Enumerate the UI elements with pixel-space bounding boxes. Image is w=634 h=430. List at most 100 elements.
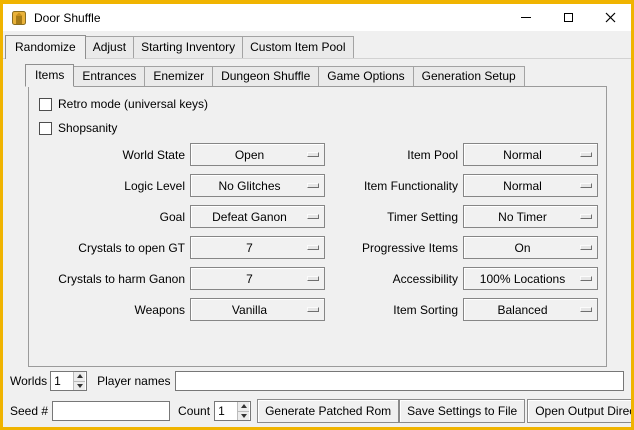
dropdown-indicator-icon xyxy=(307,276,319,281)
dropdown-indicator-icon xyxy=(307,183,319,188)
dropdown-indicator-icon xyxy=(580,183,592,188)
count-input[interactable] xyxy=(215,402,237,420)
seed-row: Seed # Count Generate Patched Rom Save S… xyxy=(3,398,631,424)
titlebar: Door Shuffle xyxy=(3,4,631,31)
logic-level-dropdown[interactable]: No Glitches xyxy=(190,174,325,197)
item-sorting-dropdown[interactable]: Balanced xyxy=(463,298,598,321)
dropdown-value: No Timer xyxy=(498,210,547,224)
crystals-harm-ganon-dropdown[interactable]: 7 xyxy=(190,267,325,290)
triangle-up-icon xyxy=(241,404,247,408)
dropdown-indicator-icon xyxy=(580,214,592,219)
triangle-up-icon xyxy=(77,374,83,378)
dropdown-indicator-icon xyxy=(580,307,592,312)
dropdown-indicator-icon xyxy=(580,276,592,281)
checkbox-label: Retro mode (universal keys) xyxy=(58,97,208,111)
item-pool-label: Item Pool xyxy=(330,148,458,162)
worlds-spin-up-button[interactable] xyxy=(74,372,85,381)
main-tabs: Randomize Adjust Starting Inventory Cust… xyxy=(3,31,631,59)
crystals-open-gt-dropdown[interactable]: 7 xyxy=(190,236,325,259)
sub-tabs: Items Entrances Enemizer Dungeon Shuffle… xyxy=(25,64,631,86)
window-body: Door Shuffle Randomize Adjust Starting I… xyxy=(3,4,631,427)
item-functionality-dropdown[interactable]: Normal xyxy=(463,174,598,197)
item-sorting-label: Item Sorting xyxy=(330,303,458,317)
dropdown-value: 100% Locations xyxy=(480,272,565,286)
seed-input[interactable] xyxy=(52,401,170,421)
timer-setting-dropdown[interactable]: No Timer xyxy=(463,205,598,228)
weapons-dropdown[interactable]: Vanilla xyxy=(190,298,325,321)
item-functionality-label: Item Functionality xyxy=(330,179,458,193)
worlds-spin-down-button[interactable] xyxy=(74,381,85,391)
options-grid: World State Open Item Pool Normal Logic … xyxy=(37,143,606,321)
tab-adjust[interactable]: Adjust xyxy=(85,36,134,58)
close-button[interactable] xyxy=(589,4,631,31)
dropdown-indicator-icon xyxy=(307,152,319,157)
logic-level-label: Logic Level xyxy=(37,179,185,193)
checkbox-unchecked-icon xyxy=(39,122,52,135)
progressive-items-dropdown[interactable]: On xyxy=(463,236,598,259)
dropdown-value: 7 xyxy=(246,241,253,255)
crystals-open-gt-label: Crystals to open GT xyxy=(37,241,185,255)
dropdown-indicator-icon xyxy=(307,214,319,219)
door-shuffle-window: Door Shuffle Randomize Adjust Starting I… xyxy=(0,0,634,430)
progressive-items-label: Progressive Items xyxy=(330,241,458,255)
worlds-row: Worlds Player names xyxy=(3,370,631,392)
tab-game-options[interactable]: Game Options xyxy=(318,66,413,86)
tab-generation-setup[interactable]: Generation Setup xyxy=(413,66,525,86)
dropdown-indicator-icon xyxy=(307,245,319,250)
checkbox-retro-mode[interactable]: Retro mode (universal keys) xyxy=(37,92,606,116)
tab-starting-inventory[interactable]: Starting Inventory xyxy=(133,36,243,58)
minimize-button[interactable] xyxy=(505,4,547,31)
tab-enemizer[interactable]: Enemizer xyxy=(144,66,213,86)
maximize-button[interactable] xyxy=(547,4,589,31)
count-spin-up-button[interactable] xyxy=(238,402,249,411)
tab-items[interactable]: Items xyxy=(25,64,74,87)
dropdown-indicator-icon xyxy=(580,152,592,157)
world-state-label: World State xyxy=(37,148,185,162)
dropdown-indicator-icon xyxy=(580,245,592,250)
tab-custom-item-pool[interactable]: Custom Item Pool xyxy=(242,36,353,58)
worlds-spin-buttons xyxy=(73,372,85,390)
item-pool-dropdown[interactable]: Normal xyxy=(463,143,598,166)
worlds-spinbox xyxy=(50,371,87,391)
dropdown-value: Defeat Ganon xyxy=(212,210,287,224)
weapons-label: Weapons xyxy=(37,303,185,317)
count-label: Count xyxy=(178,404,210,418)
window-title: Door Shuffle xyxy=(34,11,505,25)
dropdown-value: Open xyxy=(235,148,264,162)
timer-setting-label: Timer Setting xyxy=(330,210,458,224)
player-names-input[interactable] xyxy=(175,371,625,391)
checkbox-unchecked-icon xyxy=(39,98,52,111)
worlds-input[interactable] xyxy=(51,372,73,390)
dropdown-value: Balanced xyxy=(497,303,547,317)
dropdown-value: 7 xyxy=(246,272,253,286)
close-icon xyxy=(605,12,616,23)
maximize-icon xyxy=(564,13,573,22)
dropdown-value: On xyxy=(514,241,530,255)
count-spinbox xyxy=(214,401,251,421)
dropdown-value: No Glitches xyxy=(218,179,280,193)
open-output-directory-button[interactable]: Open Output Directory xyxy=(527,399,631,423)
minimize-icon xyxy=(521,17,531,18)
dropdown-value: Normal xyxy=(503,179,542,193)
accessibility-dropdown[interactable]: 100% Locations xyxy=(463,267,598,290)
tab-entrances[interactable]: Entrances xyxy=(73,66,145,86)
checkbox-label: Shopsanity xyxy=(58,121,117,135)
world-state-dropdown[interactable]: Open xyxy=(190,143,325,166)
tab-dungeon-shuffle[interactable]: Dungeon Shuffle xyxy=(212,66,319,86)
save-settings-button[interactable]: Save Settings to File xyxy=(399,399,525,423)
goal-dropdown[interactable]: Defeat Ganon xyxy=(190,205,325,228)
goal-label: Goal xyxy=(37,210,185,224)
worlds-label: Worlds xyxy=(10,374,47,388)
crystals-harm-ganon-label: Crystals to harm Ganon xyxy=(37,272,185,286)
checkbox-shopsanity[interactable]: Shopsanity xyxy=(37,116,606,140)
accessibility-label: Accessibility xyxy=(330,272,458,286)
count-spin-buttons xyxy=(237,402,249,420)
footer: Worlds Player names Seed # Count xyxy=(3,370,631,424)
dropdown-value: Vanilla xyxy=(232,303,267,317)
seed-label: Seed # xyxy=(10,404,48,418)
tab-randomize[interactable]: Randomize xyxy=(5,35,86,59)
items-panel: Retro mode (universal keys) Shopsanity W… xyxy=(28,86,607,367)
count-spin-down-button[interactable] xyxy=(238,411,249,421)
dropdown-indicator-icon xyxy=(307,307,319,312)
generate-patched-rom-button[interactable]: Generate Patched Rom xyxy=(257,399,399,423)
